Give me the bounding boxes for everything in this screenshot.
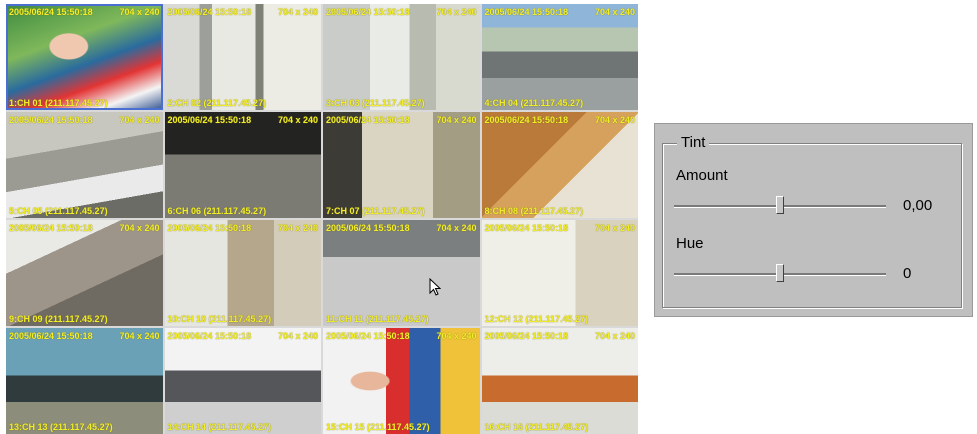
camera-timestamp: 2005/06/24 15:50:18 [484,115,569,125]
camera-tile-8[interactable]: 2005/06/24 15:50:18 704 x 240 8:CH 08 (2… [481,112,638,218]
hue-slider[interactable] [674,264,886,284]
tint-panel: Tint Amount 0,00 Hue 0 [654,123,973,317]
camera-label: 4:CH 04 (211.117.45.27) [484,98,584,108]
camera-resolution: 704 x 240 [436,331,477,341]
camera-timestamp: 2005/06/24 15:50:18 [167,223,252,233]
camera-resolution: 704 x 240 [436,223,477,233]
camera-resolution: 704 x 240 [436,7,477,17]
camera-tile-9[interactable]: 2005/06/24 15:50:18 704 x 240 9:CH 09 (2… [6,220,163,326]
tint-title: Tint [677,134,710,152]
camera-timestamp: 2005/06/24 15:50:18 [484,7,569,17]
camera-label: 11:CH 11 (211.117.45.27) [326,314,429,324]
camera-grid: 2005/06/24 15:50:18 704 x 240 1:CH 01 (2… [6,4,638,434]
camera-label: 12:CH 12 (211.117.45.27) [484,314,589,324]
camera-label: 10:CH 10 (211.117.45.27) [167,314,272,324]
camera-timestamp: 2005/06/24 15:50:18 [326,223,410,233]
camera-resolution: 704 x 240 [594,115,635,125]
camera-resolution: 704 x 240 [277,7,318,17]
camera-timestamp: 2005/06/24 15:50:18 [9,115,93,125]
camera-label: 14:CH 14 (211.117.45.27) [167,422,272,432]
camera-tile-2[interactable]: 2005/06/24 15:50:18 704 x 240 2:CH 02 (2… [164,4,321,110]
camera-label: 9:CH 09 (211.117.45.27) [9,314,108,324]
hue-slider-thumb[interactable] [776,264,784,282]
camera-timestamp: 2005/06/24 15:50:18 [9,223,93,233]
amount-value: 0,00 [903,197,933,214]
camera-label: 1:CH 01 (211.117.45.27) [9,98,108,108]
camera-label: 8:CH 08 (211.117.45.27) [484,206,584,216]
amount-label: Amount [676,167,728,184]
camera-label: 6:CH 06 (211.117.45.27) [167,206,267,216]
camera-tile-3[interactable]: 2005/06/24 15:50:18 704 x 240 3:CH 03 (2… [323,4,480,110]
camera-resolution: 704 x 240 [277,223,318,233]
camera-tile-5[interactable]: 2005/06/24 15:50:18 704 x 240 5:CH 05 (2… [6,112,163,218]
camera-timestamp: 2005/06/24 15:50:18 [9,331,93,341]
camera-resolution: 704 x 240 [594,223,635,233]
camera-resolution: 704 x 240 [277,331,318,341]
camera-resolution: 704 x 240 [119,223,160,233]
camera-tile-11[interactable]: 2005/06/24 15:50:18 704 x 240 11:CH 11 (… [323,220,480,326]
camera-label: 5:CH 05 (211.117.45.27) [9,206,108,216]
camera-label: 16:CH 16 (211.117.45.27) [484,422,589,432]
camera-tile-7[interactable]: 2005/06/24 15:50:18 704 x 240 7:CH 07 (2… [323,112,480,218]
camera-label: 7:CH 07 (211.117.45.27) [326,206,425,216]
camera-timestamp: 2005/06/24 15:50:18 [484,223,569,233]
hue-value: 0 [903,265,912,282]
amount-slider[interactable] [674,196,886,216]
camera-resolution: 704 x 240 [119,7,160,17]
camera-resolution: 704 x 240 [594,331,635,341]
camera-tile-4[interactable]: 2005/06/24 15:50:18 704 x 240 4:CH 04 (2… [481,4,638,110]
camera-label: 13:CH 13 (211.117.45.27) [9,422,113,432]
camera-tile-12[interactable]: 2005/06/24 15:50:18 704 x 240 12:CH 12 (… [481,220,638,326]
camera-resolution: 704 x 240 [119,331,160,341]
camera-label: 15:CH 15 (211.117.45.27) [326,422,430,432]
camera-tile-15[interactable]: 2005/06/24 15:50:18 704 x 240 15:CH 15 (… [323,328,480,434]
camera-label: 2:CH 02 (211.117.45.27) [167,98,267,108]
camera-tile-13[interactable]: 2005/06/24 15:50:18 704 x 240 13:CH 13 (… [6,328,163,434]
camera-timestamp: 2005/06/24 15:50:18 [167,7,252,17]
hue-label: Hue [676,235,704,252]
camera-tile-10[interactable]: 2005/06/24 15:50:18 704 x 240 10:CH 10 (… [164,220,321,326]
camera-resolution: 704 x 240 [277,115,318,125]
camera-resolution: 704 x 240 [436,115,477,125]
cctv-viewer: 2005/06/24 15:50:18 704 x 240 1:CH 01 (2… [0,0,977,434]
amount-slider-thumb[interactable] [776,196,784,214]
arrow-cursor-icon [429,278,441,296]
camera-timestamp: 2005/06/24 15:50:18 [326,115,410,125]
camera-timestamp: 2005/06/24 15:50:18 [326,7,410,17]
camera-tile-16[interactable]: 2005/06/24 15:50:18 704 x 240 16:CH 16 (… [481,328,638,434]
camera-tile-1[interactable]: 2005/06/24 15:50:18 704 x 240 1:CH 01 (2… [6,4,163,110]
camera-tile-6[interactable]: 2005/06/24 15:50:18 704 x 240 6:CH 06 (2… [164,112,321,218]
camera-timestamp: 2005/06/24 15:50:18 [326,331,410,341]
camera-tile-14[interactable]: 2005/06/24 15:50:18 704 x 240 14:CH 14 (… [164,328,321,434]
camera-label: 3:CH 03 (211.117.45.27) [326,98,425,108]
camera-timestamp: 2005/06/24 15:50:18 [167,331,252,341]
camera-timestamp: 2005/06/24 15:50:18 [167,115,252,125]
camera-resolution: 704 x 240 [594,7,635,17]
camera-resolution: 704 x 240 [119,115,160,125]
camera-timestamp: 2005/06/24 15:50:18 [484,331,569,341]
camera-timestamp: 2005/06/24 15:50:18 [9,7,93,17]
